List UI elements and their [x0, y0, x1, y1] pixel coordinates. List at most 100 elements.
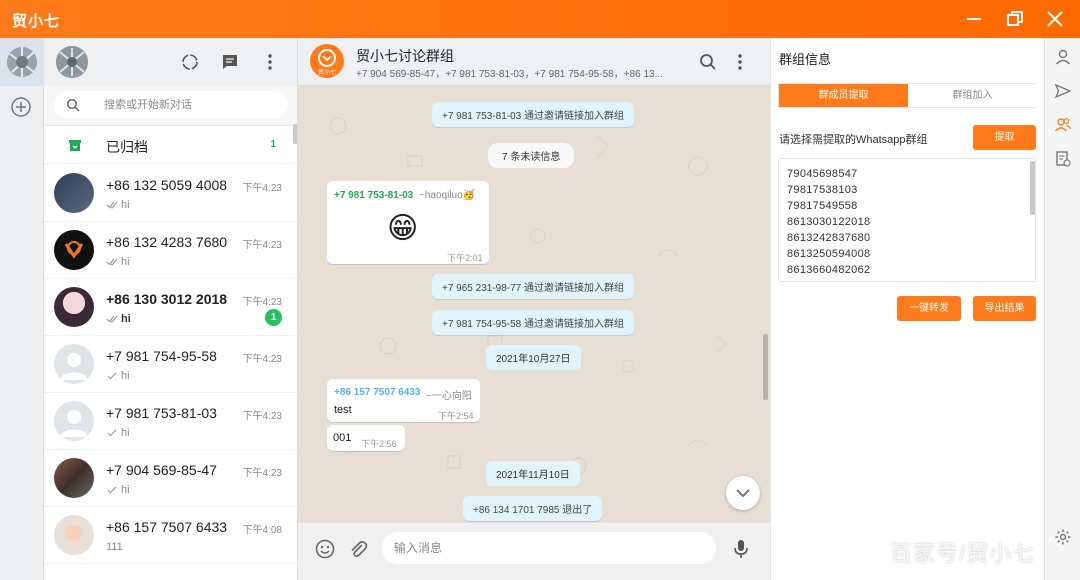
chat-preview: hi	[106, 256, 130, 268]
chat-list-item[interactable]: +7 904 569-85-47 下午4:23 hi	[44, 450, 297, 507]
chat-area: 贸小七 贸小七讨论群组 +7 904 569-85-47，+7 981 753-…	[298, 38, 770, 580]
chat-preview: hi	[106, 370, 130, 382]
forward-all-button[interactable]: 一键转发	[897, 296, 961, 321]
message-bubble[interactable]: +86 157 7507 6433 ~一心向阳 test 下午2:54	[327, 379, 480, 422]
chevron-down-icon	[736, 489, 750, 498]
system-message: +7 981 753-81-03 通过邀请链接加入群组	[432, 102, 635, 127]
profile-avatar[interactable]	[56, 46, 88, 78]
numbers-scrollbar[interactable]	[1030, 161, 1035, 215]
check-icon	[107, 486, 117, 494]
status-icon[interactable]	[180, 52, 200, 72]
export-results-button[interactable]: 导出结果	[973, 296, 1036, 321]
extracted-number: 79045698547	[787, 168, 858, 180]
message-text: test	[334, 404, 352, 416]
chat-time: 下午4:23	[242, 297, 282, 308]
avatar	[54, 287, 94, 327]
chat-time: 下午4:23	[242, 468, 282, 479]
chat-list-item[interactable]: +86 130 3012 2018 下午4:23 hi 1	[44, 279, 297, 336]
message-input-box	[382, 532, 716, 564]
mic-icon[interactable]	[730, 538, 752, 560]
archived-count: 1	[270, 139, 276, 150]
message-bubble[interactable]: 001 下午2:56	[327, 425, 405, 451]
user-icon[interactable]	[1054, 48, 1072, 66]
menu-dots-icon[interactable]	[260, 52, 280, 72]
chat-preview-text: hi	[121, 484, 130, 496]
emoji-icon[interactable]	[314, 538, 336, 560]
chat-time: 下午4:23	[242, 354, 282, 365]
avatar	[54, 401, 94, 441]
message-time: 下午2:56	[361, 439, 397, 449]
tab-group-join[interactable]: 群组加入	[908, 84, 1037, 107]
contact-name: +86 132 4283 7680	[106, 234, 228, 250]
group-info-panel: 群组信息 群成员提取 群组加入 请选择需提取的Whatsapp群组 提取 790…	[770, 38, 1044, 580]
archived-label: 已归档	[106, 139, 148, 155]
chat-list-item[interactable]: +86 157 7507 6433 下午4:08 111	[44, 507, 297, 564]
message-emoji: 😁	[387, 212, 419, 245]
search-icon	[66, 98, 80, 112]
extracted-number: 79817538103	[787, 184, 858, 196]
settings-icon[interactable]	[1054, 528, 1072, 546]
tab-member-extract[interactable]: 群成员提取	[779, 84, 908, 107]
group-select-prompt: 请选择需提取的Whatsapp群组	[779, 134, 928, 146]
report-icon[interactable]	[1054, 150, 1072, 168]
search-input[interactable]	[104, 96, 274, 114]
avatar	[54, 344, 94, 384]
close-icon[interactable]	[1043, 7, 1067, 31]
chat-preview-text: 111	[106, 541, 123, 553]
scroll-to-bottom-button[interactable]	[726, 476, 760, 510]
chat-icon[interactable]	[220, 52, 240, 72]
chat-scrollbar[interactable]	[763, 334, 768, 400]
message-composer	[298, 522, 770, 580]
message-input[interactable]	[394, 540, 694, 556]
account-rail	[0, 38, 44, 580]
minimize-icon[interactable]	[962, 7, 986, 31]
chat-time: 下午4:23	[242, 240, 282, 251]
chat-preview: hi	[106, 427, 130, 439]
extract-button[interactable]: 提取	[973, 125, 1036, 150]
avatar	[54, 515, 94, 555]
message-bubble[interactable]: +7 981 753-81-03 ~haoqiluo🥳 😁 下午2:01	[327, 181, 489, 264]
system-message: +7 965 231-98-77 通过邀请链接加入群组	[432, 274, 635, 299]
extracted-number: 79817549558	[787, 200, 858, 212]
tool-strip	[1044, 38, 1080, 580]
avatar	[54, 458, 94, 498]
group-icon[interactable]	[1054, 116, 1072, 134]
contact-name: +86 157 7507 6433	[106, 519, 228, 535]
app-title: 贸小七	[12, 13, 61, 30]
chat-list-item[interactable]: +86 132 4283 7680 下午4:23 hi	[44, 222, 297, 279]
chat-time: 下午4:23	[242, 411, 282, 422]
chat-list-item[interactable]: +7 981 754-95-58 下午4:23 hi	[44, 336, 297, 393]
send-icon[interactable]	[1054, 82, 1072, 100]
avatar	[54, 173, 94, 213]
check-icon	[107, 429, 117, 437]
chat-preview: hi	[106, 199, 130, 211]
restore-icon[interactable]	[1003, 7, 1027, 31]
account-avatar[interactable]	[0, 38, 44, 86]
attach-icon[interactable]	[347, 538, 369, 560]
date-divider: 2021年11月10日	[486, 461, 580, 486]
watermark: 百家号/贸小七	[890, 541, 1036, 566]
message-text: 001	[333, 432, 352, 444]
add-icon[interactable]	[10, 96, 32, 118]
double-check-icon	[106, 258, 118, 266]
search-icon[interactable]	[698, 52, 718, 72]
double-check-icon	[106, 315, 118, 323]
group-avatar[interactable]: 贸小七	[310, 44, 344, 78]
system-message: +86 134 1701 7985 退出了	[463, 496, 603, 521]
message-time: 下午2:01	[447, 253, 483, 263]
chat-preview-text: hi	[121, 256, 130, 268]
archived-row[interactable]: 已归档 1	[44, 126, 297, 164]
title-bar: 贸小七	[0, 0, 1080, 38]
chat-list-panel: 已归档 1 +86 132 5059 4008 下午4:23 hi +86 13…	[44, 38, 298, 580]
menu-dots-icon[interactable]	[730, 52, 750, 72]
extracted-numbers-box[interactable]: 79045698547 79817538103 79817549558 8613…	[778, 158, 1036, 282]
check-icon	[107, 372, 117, 380]
message-sender-alias: ~一心向阳	[426, 391, 472, 402]
panel-tabs: 群成员提取 群组加入	[778, 83, 1037, 108]
contact-name: +7 904 569-85-47	[106, 462, 217, 478]
chat-list-item[interactable]: +7 981 753-81-03 下午4:23 hi	[44, 393, 297, 450]
chat-preview-text: hi	[121, 427, 130, 439]
chat-preview-text: hi	[121, 199, 130, 211]
chat-list-item[interactable]: +86 132 5059 4008 下午4:23 hi	[44, 165, 297, 222]
date-divider: 2021年10月27日	[486, 345, 581, 370]
